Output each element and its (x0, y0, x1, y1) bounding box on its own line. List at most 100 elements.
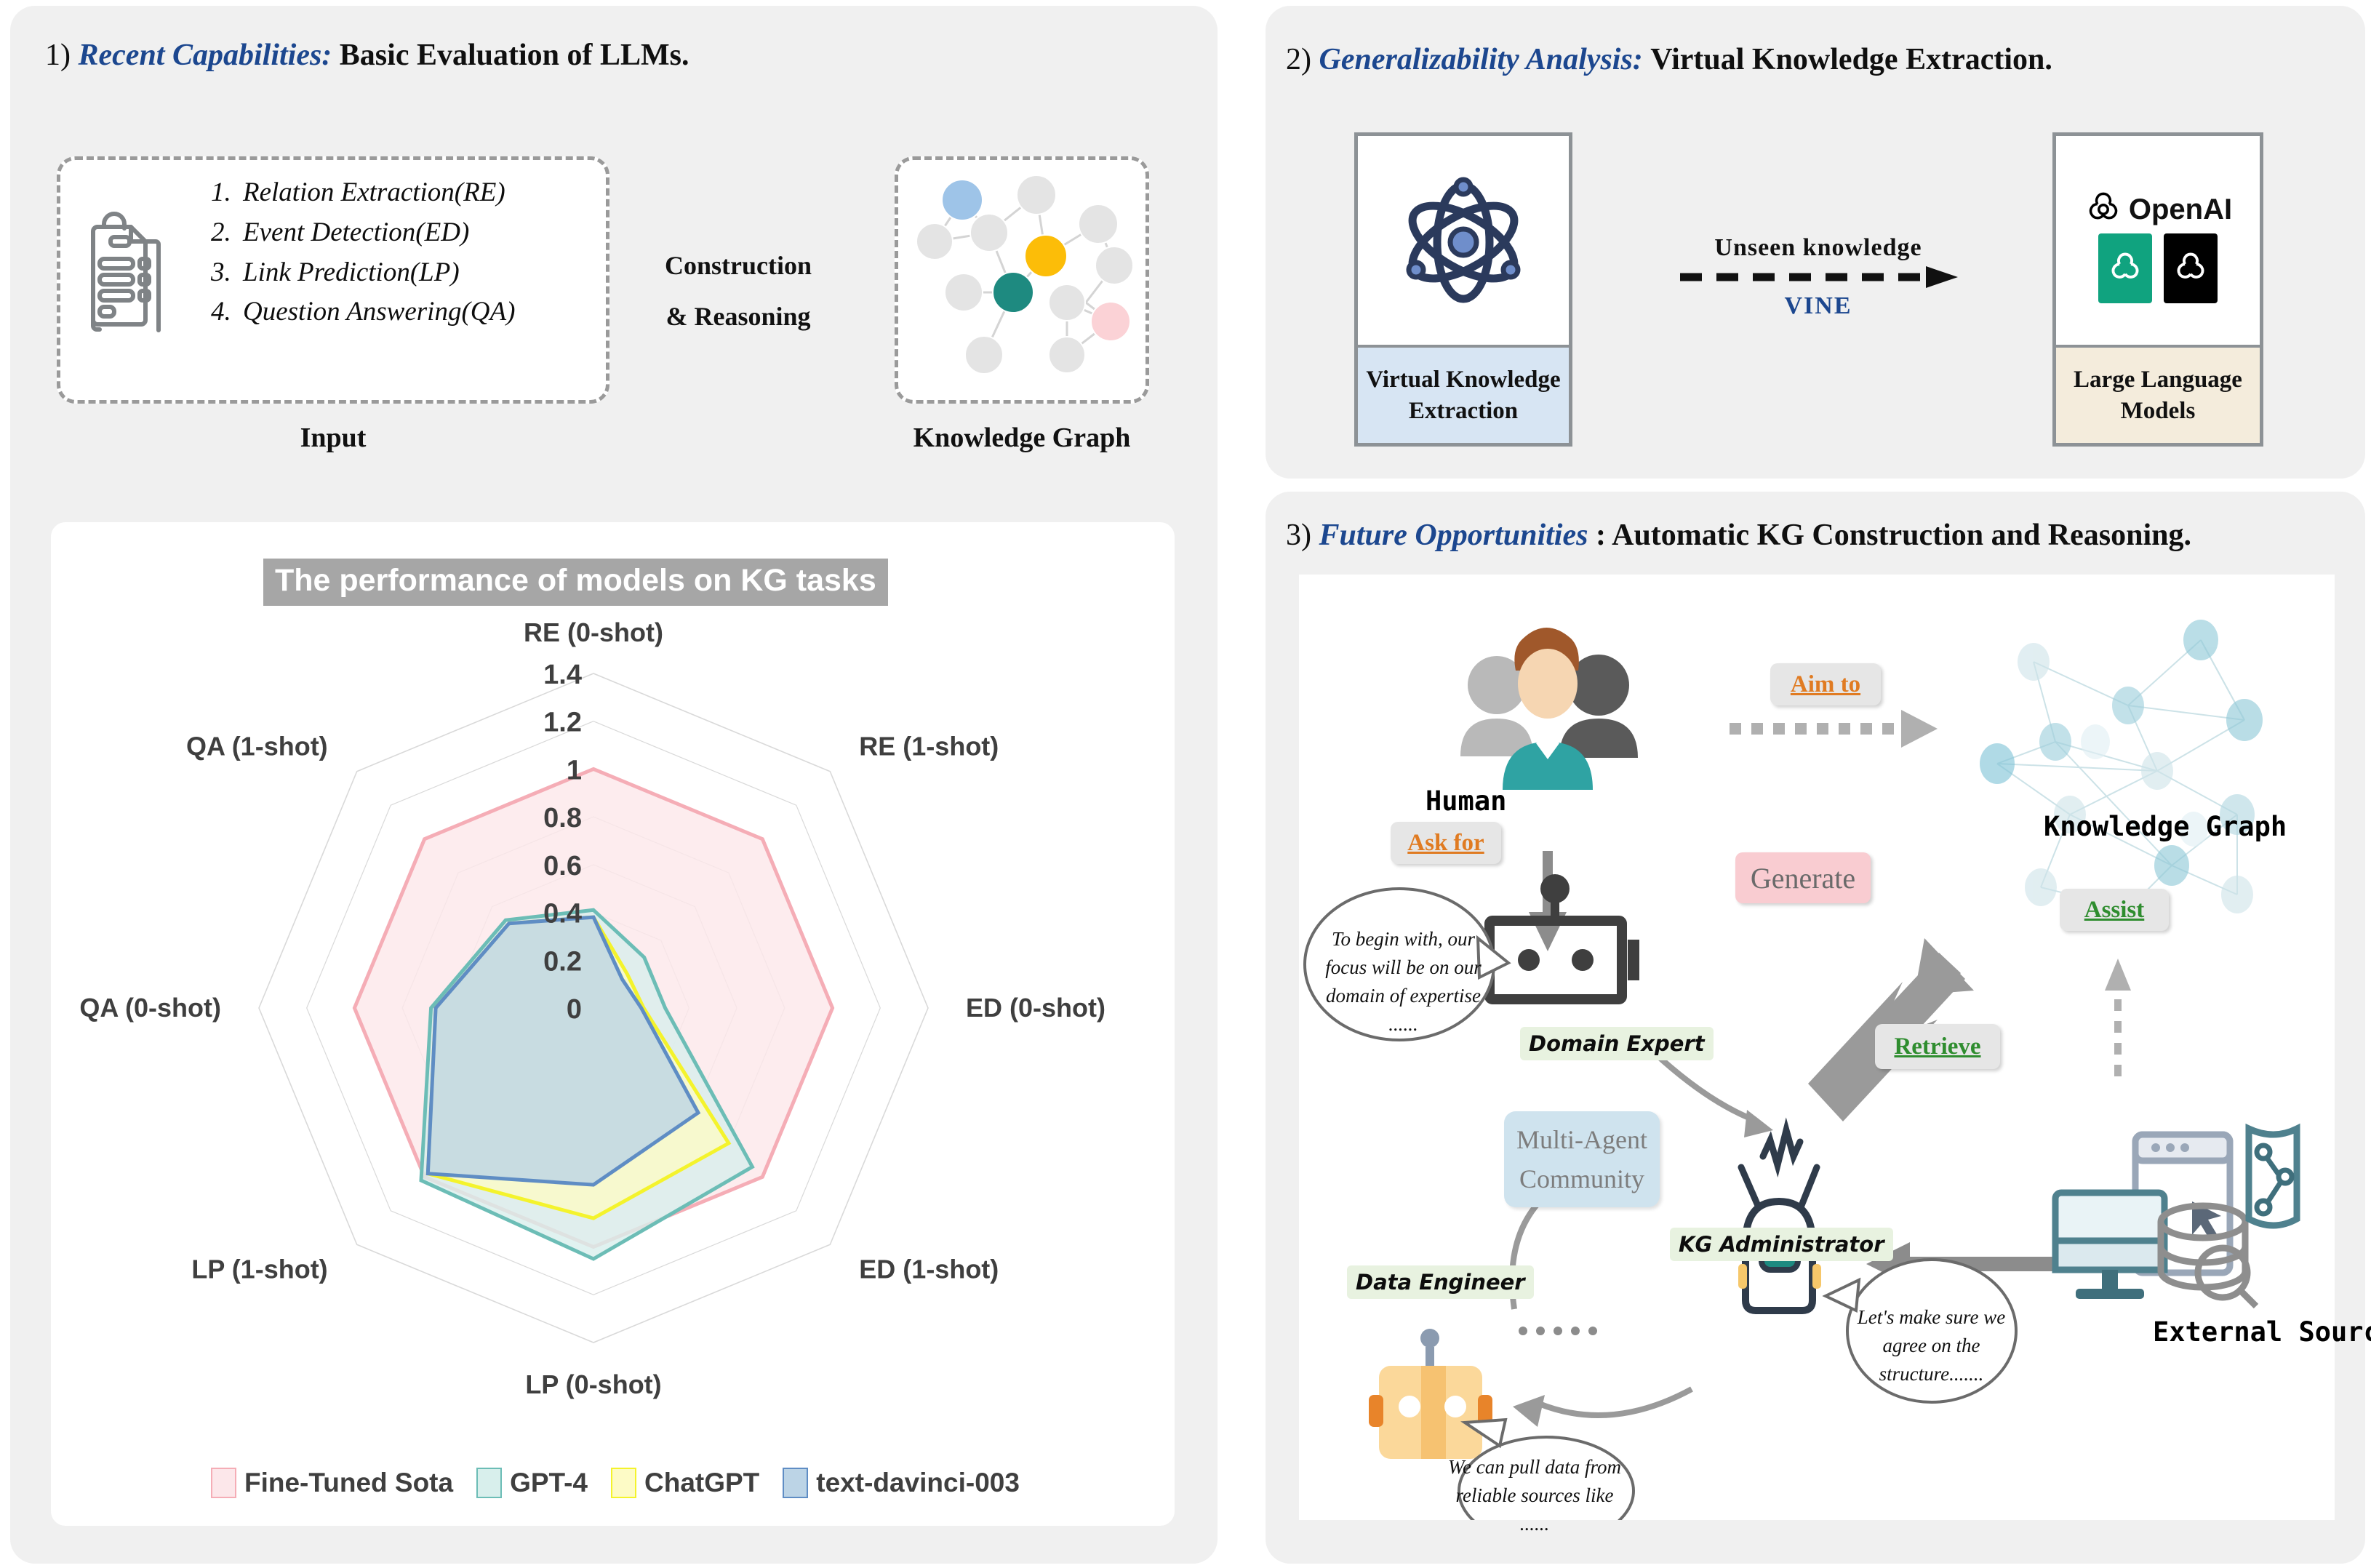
bubble-text-kg-administrator: Let's make sure we agree on the structur… (1857, 1306, 2006, 1385)
knowledge-graph-cloud-icon (1980, 620, 2263, 929)
radar-axis-label: ED (1-shot) (859, 1254, 999, 1284)
radar-tick-label: 0.6 (543, 851, 582, 881)
panel1-header-number: 1) (45, 39, 71, 72)
llm-caption-line1: Large Language (2074, 366, 2242, 393)
panel1-header-rest: Basic Evaluation of LLMs. (339, 39, 689, 72)
knowledge-graph-caption: Knowledge Graph (913, 423, 1131, 453)
bubble-text-domain-expert: To begin with, our focus will be on our … (1325, 928, 1482, 1036)
reasoning-label: & Reasoning (665, 302, 811, 332)
list-item-label: Relation Extraction(RE) (243, 177, 505, 207)
knowledge-graph-card (895, 156, 1149, 404)
assist-tag[interactable]: Assist (2060, 889, 2169, 931)
radar-tick-label: 0.4 (543, 899, 582, 929)
radar-chart: RE (0-shot) RE (1-shot) ED (0-shot) ED (1-s… (79, 617, 1105, 1399)
radar-axis-label: QA (1-shot) (186, 732, 328, 761)
aim-to-dotted-arrow-icon (1730, 710, 1938, 748)
legend-swatch (783, 1468, 809, 1498)
chart-legend: Fine-Tuned Sota GPT-4 ChatGPT text-davin… (211, 1468, 1033, 1498)
vke-caption-line2: Extraction (1408, 397, 1519, 424)
role-label-data-engineer: Data Engineer (1347, 1265, 1534, 1299)
radar-series-group (352, 767, 835, 1261)
panel3-header-rest: : Automatic KG Construction and Reasonin… (1595, 519, 2192, 552)
large-language-models-card: OpenAI Large Language Models (2052, 132, 2263, 447)
list-item-index: 4. (211, 297, 231, 327)
robot-antenna-icon (1738, 1117, 1821, 1314)
radar-axis-label: RE (1-shot) (859, 732, 999, 761)
panel1-header: 1) Recent Capabilities: Basic Evaluation… (45, 38, 689, 73)
panel2-header-number: 2) (1286, 43, 1311, 76)
robot-orange-icon (1369, 1329, 1492, 1459)
human-label: Human (1426, 785, 1507, 817)
dashed-arrow-right-icon (1680, 266, 1958, 288)
construction-label: Construction (664, 251, 812, 280)
document-list-icon (76, 211, 163, 335)
bubble-text-data-engineer: We can pull data from reliable sources l… (1448, 1456, 1621, 1535)
panel3-header-number: 3) (1286, 519, 1311, 552)
radar-tick-label: 0.8 (543, 803, 582, 833)
list-item: 3. Link Prediction(LP) (211, 253, 604, 293)
chart-title: The performance of models on KG tasks (263, 559, 888, 606)
radar-axis-label: LP (1-shot) (191, 1254, 327, 1284)
atom-icon (1358, 136, 1569, 348)
panel3-header: 3) Future Opportunities : Automatic KG C… (1286, 518, 2191, 553)
unseen-knowledge-label: Unseen knowledge (1714, 234, 1922, 261)
input-caption: Input (300, 423, 367, 453)
legend-swatch (476, 1468, 503, 1498)
ask-for-tag[interactable]: Ask for (1391, 822, 1501, 864)
legend-swatch (611, 1468, 636, 1498)
openai-brand-text: OpenAI (2128, 193, 2233, 225)
panel1-header-emphasis: Recent Capabilities: (78, 39, 332, 72)
panel3-header-emphasis: Future Opportunities (1319, 519, 1588, 552)
role-label-kg-administrator: KG Administrator (1670, 1228, 1893, 1261)
list-item: 1. Relation Extraction(RE) (211, 173, 604, 213)
list-item-label: Link Prediction(LP) (243, 257, 460, 287)
generate-tag[interactable]: Generate (1735, 852, 1871, 903)
panel2-header-rest: Virtual Knowledge Extraction. (1650, 43, 2052, 76)
openai-brand: OpenAI (2084, 190, 2232, 229)
large-language-models-caption: Large Language Models (2056, 345, 2260, 443)
radar-axis-label: RE (0-shot) (524, 617, 663, 647)
chatgpt-green-logo-icon (2098, 233, 2152, 303)
radar-tick-label: 1 (567, 755, 582, 785)
legend-label: text-davinci-003 (816, 1468, 1020, 1497)
community-line2: Community (1519, 1164, 1645, 1193)
radar-tick-label: 0.2 (543, 946, 582, 977)
list-item: 4. Question Answering(QA) (211, 292, 604, 332)
panel2-header: 2) Generalizability Analysis: Virtual Kn… (1286, 42, 2052, 77)
robot-head-icon (1472, 874, 1639, 1004)
unseen-knowledge-arrow-group: Unseen knowledge VINE (1658, 234, 1978, 320)
list-item-index: 2. (211, 217, 231, 247)
list-item-label: Event Detection(ED) (243, 217, 470, 247)
list-item-label: Question Answering(QA) (243, 297, 516, 327)
openai-logo-icon (2089, 192, 2118, 220)
external-sources-label: External Sources (2153, 1316, 2371, 1348)
role-label-domain-expert: Domain Expert (1520, 1027, 1714, 1060)
radar-tick-label: 1.2 (543, 708, 582, 738)
list-item: 2. Event Detection(ED) (211, 213, 604, 253)
external-sources-icon (2052, 1123, 2300, 1309)
legend-label: ChatGPT (644, 1468, 760, 1497)
panel3-diagram (1303, 620, 2300, 1520)
aim-to-tag[interactable]: Aim to (1770, 663, 1881, 705)
legend-item[interactable]: GPT-4 (476, 1468, 588, 1498)
radar-tick-label: 0 (567, 994, 582, 1025)
knowledge-graph-label: Knowledge Graph (2044, 811, 2287, 842)
community-line1: Multi-Agent (1516, 1125, 1647, 1154)
task-list: 1. Relation Extraction(RE) 2. Event Detect… (211, 173, 604, 332)
openai-logos-group: OpenAI (2056, 145, 2260, 348)
legend-label: GPT-4 (510, 1468, 588, 1497)
list-item-index: 1. (211, 177, 231, 207)
human-icon (1460, 628, 1638, 790)
legend-label: Fine-Tuned Sota (244, 1468, 454, 1497)
legend-item[interactable]: text-davinci-003 (783, 1468, 1020, 1498)
virtual-knowledge-extraction-card: Virtual Knowledge Extraction (1354, 132, 1572, 447)
ellipsis-dots-icon (1519, 1327, 1597, 1335)
virtual-knowledge-extraction-caption: Virtual Knowledge Extraction (1358, 345, 1569, 443)
legend-item[interactable]: ChatGPT (611, 1468, 759, 1498)
assist-dashed-up-arrow-icon (2105, 959, 2131, 1076)
retrieve-tag[interactable]: Retrieve (1875, 1024, 2000, 1069)
radar-tick-label: 1.4 (543, 660, 582, 690)
knowledge-graph-icon (916, 175, 1134, 375)
legend-swatch (211, 1468, 236, 1498)
legend-item[interactable]: Fine-Tuned Sota (211, 1468, 453, 1498)
